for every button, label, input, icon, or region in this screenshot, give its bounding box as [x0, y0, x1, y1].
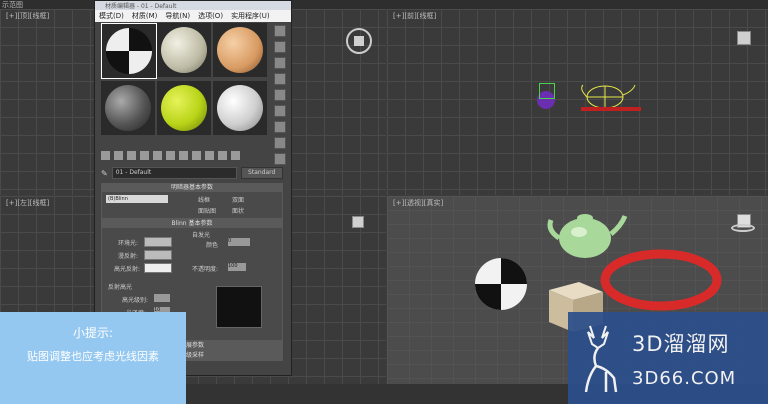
go-forward-icon[interactable]	[231, 151, 240, 160]
material-slot-1[interactable]	[101, 23, 157, 79]
torus-object[interactable]	[599, 248, 723, 312]
backlight-icon[interactable]	[274, 41, 286, 53]
viewcube-icon-left[interactable]	[352, 216, 364, 228]
viewport-perspective-label[interactable]: [+][透视][真实]	[393, 198, 443, 208]
material-editor-title: 材质编辑器 - 01 - Default	[105, 3, 177, 10]
make-unique-icon[interactable]	[153, 151, 162, 160]
material-name-row: ✎ 01 - Default Standard	[101, 167, 283, 179]
wireframe-teapot[interactable]	[577, 75, 647, 115]
get-material-icon[interactable]	[101, 151, 110, 160]
viewport-top-label[interactable]: [+][顶][线框]	[6, 11, 49, 21]
menu-options[interactable]: 选项(O)	[198, 11, 223, 21]
spec-level-label: 高光级别:	[122, 297, 149, 304]
logo-text-cn: 3D溜溜网	[632, 332, 730, 356]
go-to-parent-icon[interactable]	[218, 151, 227, 160]
reset-map-icon[interactable]	[140, 151, 149, 160]
menu-navigation[interactable]: 导航(N)	[165, 11, 190, 21]
sample-type-icon[interactable]	[274, 25, 286, 37]
eyedropper-icon[interactable]: ✎	[101, 169, 108, 178]
video-check-icon[interactable]	[274, 89, 286, 101]
options-icon[interactable]	[274, 121, 286, 133]
viewcube-icon[interactable]	[737, 31, 751, 45]
spec-highlights-label: 反射高光	[108, 284, 133, 291]
viewport-front[interactable]: [+][前][线框]	[387, 9, 768, 195]
put-to-scene-icon[interactable]	[114, 151, 123, 160]
make-preview-icon[interactable]	[274, 105, 286, 117]
viewport-left-label[interactable]: [+][左][线框]	[6, 198, 49, 208]
hint-title: 小提示:	[72, 326, 114, 340]
assign-material-icon[interactable]	[127, 151, 136, 160]
object-bounds	[539, 83, 555, 99]
menu-material[interactable]: 材质(M)	[132, 11, 158, 21]
material-toolbar	[101, 151, 240, 160]
uv-tiling-icon[interactable]	[274, 73, 286, 85]
put-to-library-icon[interactable]	[166, 151, 175, 160]
material-slot-3[interactable]	[213, 23, 267, 77]
viewcube-persp-icon[interactable]	[731, 212, 755, 236]
material-type-button[interactable]: Standard	[240, 167, 283, 179]
material-name-field[interactable]: 01 - Default	[111, 167, 237, 179]
material-slot-2[interactable]	[157, 23, 211, 77]
hint-body: 贴图调整也应考虑光线因素	[27, 350, 159, 363]
show-map-icon[interactable]	[192, 151, 201, 160]
material-navigator-icon[interactable]	[274, 153, 286, 165]
ambient-color-swatch[interactable]	[144, 237, 172, 247]
show-end-result-icon[interactable]	[205, 151, 214, 160]
checker-sphere-object[interactable]	[473, 256, 529, 312]
menu-utilities[interactable]: 实用程序(U)	[231, 11, 270, 21]
material-id-icon[interactable]	[179, 151, 188, 160]
hint-panel: 小提示: 贴图调整也应考虑光线因素	[0, 312, 186, 404]
site-logo: 3D溜溜网 3D66.COM	[568, 312, 768, 404]
viewcube-ring-icon[interactable]	[346, 28, 372, 54]
face-map-checkbox[interactable]: 面贴图	[198, 206, 216, 215]
shader-rollout-header[interactable]: 明暗器基本参数	[102, 184, 282, 192]
menu-mode[interactable]: 模式(D)	[99, 11, 124, 21]
material-slot-5[interactable]	[157, 81, 211, 135]
slot-side-toolbar	[272, 23, 286, 169]
diffuse-label: 漫反射:	[118, 253, 139, 260]
background-icon[interactable]	[274, 57, 286, 69]
material-slot-4[interactable]	[101, 81, 155, 135]
viewport-front-label[interactable]: [+][前][线框]	[393, 11, 436, 21]
opacity-label: 不透明度:	[192, 266, 219, 273]
select-by-material-icon[interactable]	[274, 137, 286, 149]
specular-label: 高光反射:	[114, 266, 141, 273]
wire-checkbox[interactable]: 线框	[198, 195, 210, 204]
deer-logo-icon	[584, 325, 618, 393]
specular-color-swatch[interactable]	[144, 263, 172, 273]
opacity-spinner[interactable]: 100	[228, 263, 246, 271]
shader-type-dropdown[interactable]: (B)Blinn	[106, 195, 168, 203]
shader-rollout: 明暗器基本参数 (B)Blinn 线框 双面 面贴图 面状	[101, 183, 283, 219]
material-editor-menubar: 模式(D) 材质(M) 导航(N) 选项(O) 实用程序(U)	[95, 10, 291, 22]
color-label: 颜色	[206, 242, 219, 249]
spec-level-spinner[interactable]	[154, 294, 170, 302]
self-illum-label: 自发光	[192, 232, 211, 239]
material-editor-titlebar[interactable]: 材质编辑器 - 01 - Default	[95, 1, 291, 10]
material-slot-6[interactable]	[213, 81, 267, 135]
two-sided-checkbox[interactable]: 双面	[232, 195, 244, 204]
highlight-graph	[216, 286, 262, 328]
ambient-label: 环境光:	[118, 240, 139, 247]
diffuse-color-swatch[interactable]	[144, 250, 172, 260]
logo-text-en: 3D66.COM	[632, 368, 737, 389]
blinn-rollout-header[interactable]: Blinn 基本参数	[102, 220, 282, 228]
self-illum-spinner[interactable]: 0	[228, 238, 250, 246]
faceted-checkbox[interactable]: 面状	[232, 206, 244, 215]
